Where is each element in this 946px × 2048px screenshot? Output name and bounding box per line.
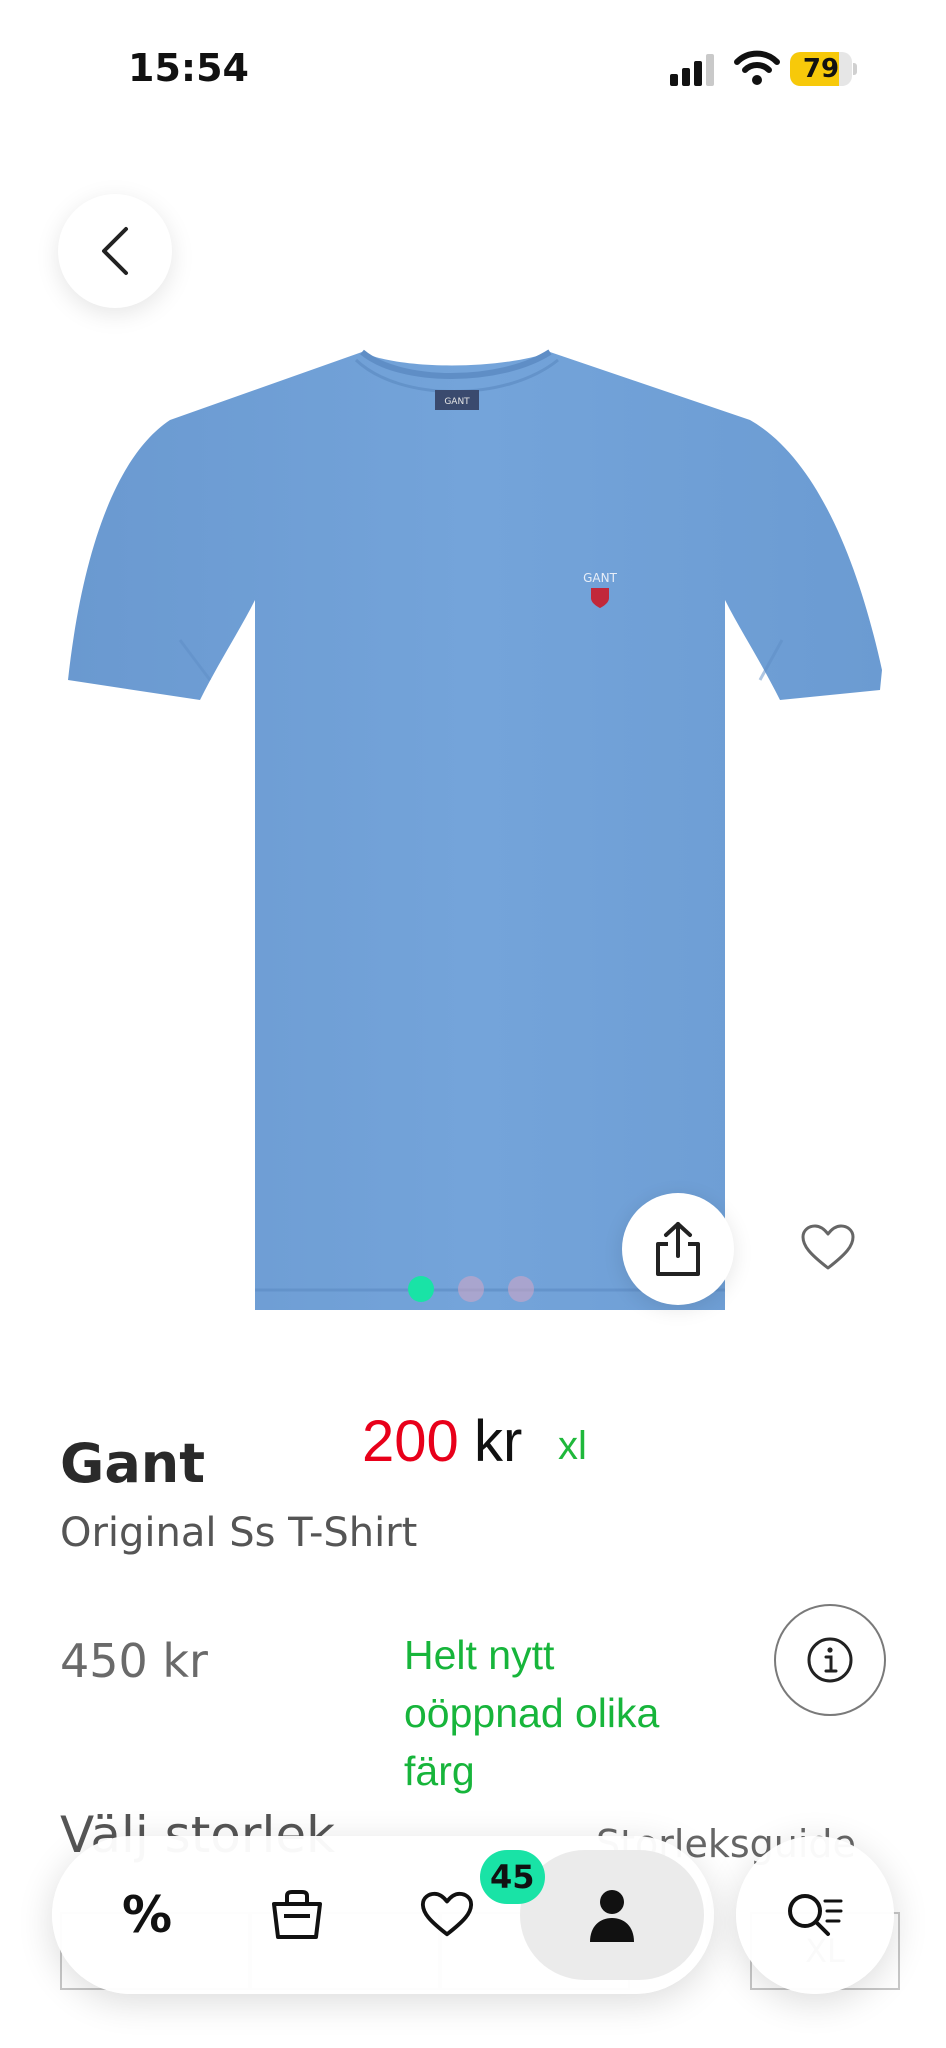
favorite-button[interactable] — [795, 1218, 861, 1278]
cellular-signal-icon — [670, 54, 714, 86]
share-button[interactable] — [622, 1193, 734, 1305]
overlay-note-line-2: oöppnad olika — [404, 1690, 660, 1736]
product-image[interactable]: GANT GANT — [60, 340, 890, 1320]
heart-outline-icon — [801, 1224, 855, 1270]
image-pagination — [408, 1276, 534, 1302]
product-name: Original Ss T-Shirt — [60, 1510, 418, 1556]
pagination-dot-2[interactable] — [458, 1276, 484, 1302]
overlay-note-line-3: färg — [404, 1748, 475, 1794]
profile-icon — [590, 1890, 634, 1942]
battery-tip — [853, 63, 857, 75]
discount-icon: % — [121, 1886, 173, 1944]
overlay-currency: kr — [474, 1409, 523, 1474]
bottom-navigation: % 45 — [52, 1836, 714, 1994]
wifi-icon — [734, 50, 780, 85]
bag-icon — [272, 1890, 322, 1939]
neck-label-text: GANT — [444, 397, 470, 407]
favorites-badge: 45 — [480, 1850, 545, 1904]
info-button[interactable] — [774, 1604, 886, 1716]
overlay-size: xl — [558, 1424, 587, 1468]
chevron-left-icon — [102, 227, 128, 275]
share-icon — [656, 1222, 700, 1276]
tshirt-body — [68, 352, 882, 1310]
battery-body: 79 — [790, 52, 852, 86]
logo-text: GANT — [583, 571, 617, 585]
overlay-price: 200 — [362, 1409, 459, 1474]
pagination-dot-1[interactable] — [408, 1276, 434, 1302]
battery-indicator: 79 — [790, 52, 857, 86]
nav-bag[interactable] — [242, 1836, 352, 1994]
heart-icon — [420, 1891, 474, 1937]
back-button[interactable] — [58, 194, 172, 308]
nav-discounts[interactable]: % — [92, 1836, 202, 1994]
battery-percentage: 79 — [802, 54, 840, 84]
search-list-icon — [788, 1894, 843, 1936]
pagination-dot-3[interactable] — [508, 1276, 534, 1302]
overlay-note: Helt nytt oöppnad olika färg — [404, 1626, 724, 1800]
product-price: 450 kr — [60, 1634, 208, 1688]
overlay-note-line-1: Helt nytt — [404, 1632, 555, 1678]
status-bar: 15:54 79 — [0, 0, 946, 140]
search-filter-button[interactable] — [736, 1836, 894, 1994]
status-time: 15:54 — [128, 46, 249, 90]
info-icon — [807, 1637, 853, 1683]
brand-name: Gant — [60, 1432, 206, 1495]
nav-profile[interactable] — [557, 1836, 667, 1994]
